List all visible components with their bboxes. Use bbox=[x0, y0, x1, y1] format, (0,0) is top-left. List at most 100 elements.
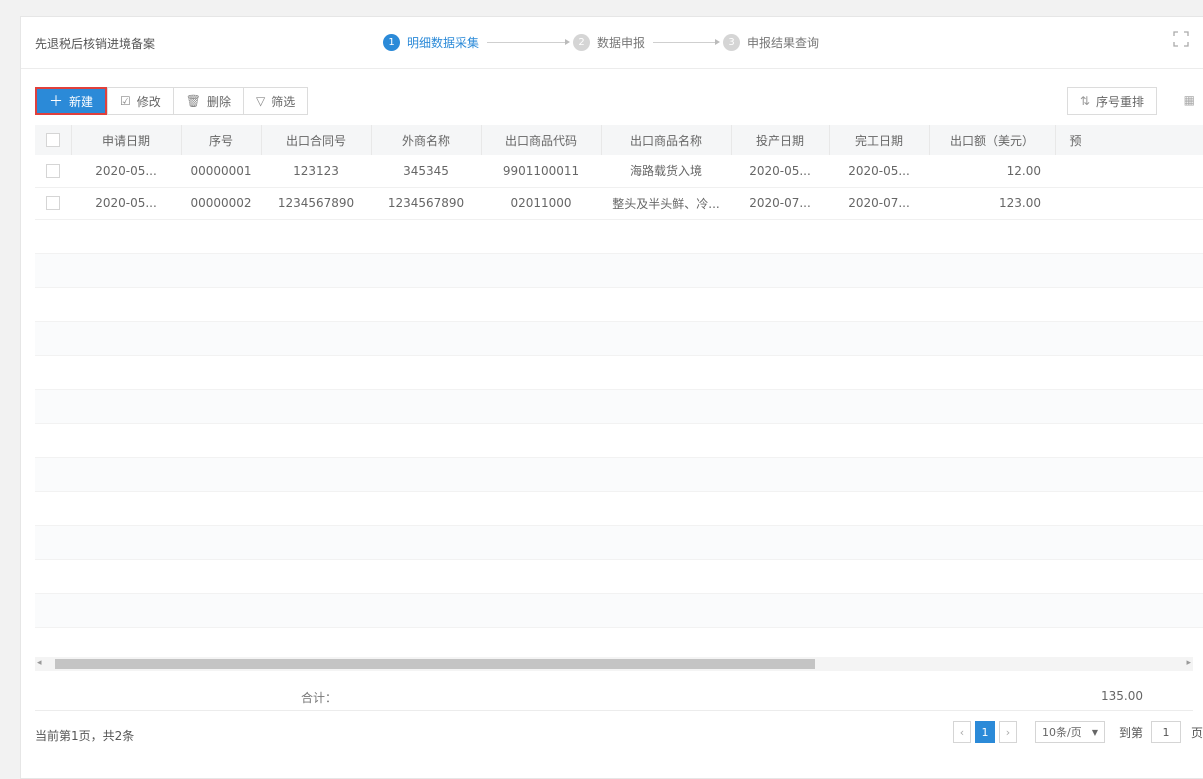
column-header[interactable]: 出口额（美元） bbox=[929, 125, 1056, 155]
table-cell: 2020-07... bbox=[829, 187, 929, 220]
table-cell bbox=[1055, 155, 1203, 188]
table-cell: 整头及半头鲜、冷... bbox=[601, 187, 731, 220]
empty-row bbox=[35, 491, 1203, 526]
empty-row bbox=[35, 559, 1203, 594]
edit-button[interactable]: ☑ 修改 bbox=[107, 87, 174, 115]
step-1[interactable]: 1 明细数据采集 bbox=[383, 33, 479, 51]
pagination: ‹ 1 › 10条/页 ▼ 到第 1 页 bbox=[952, 719, 1203, 745]
page-title: 先退税后核销进境备案 bbox=[35, 37, 156, 51]
new-button[interactable]: ＋ 新建 bbox=[35, 87, 108, 115]
new-button-label: 新建 bbox=[69, 94, 94, 109]
empty-row bbox=[35, 525, 1203, 560]
table-cell: 00000001 bbox=[181, 155, 261, 188]
empty-row bbox=[35, 389, 1203, 424]
column-header[interactable]: 完工日期 bbox=[829, 125, 930, 155]
column-header[interactable]: 预 bbox=[1055, 125, 1203, 155]
scroll-left-icon[interactable]: ◂ bbox=[37, 658, 42, 668]
scrollbar-thumb[interactable] bbox=[55, 659, 815, 669]
row-select-cell[interactable] bbox=[35, 155, 71, 188]
filter-button[interactable]: ▽ 筛选 bbox=[243, 87, 309, 115]
table-cell: 1234567890 bbox=[261, 187, 371, 220]
caret-down-icon: ▼ bbox=[1091, 727, 1098, 737]
row-select-cell[interactable] bbox=[35, 187, 71, 220]
main-panel: 先退税后核销进境备案 1 明细数据采集 2 数据申报 3 申报结果查询 ＋ 新建 bbox=[20, 16, 1203, 779]
step-2-label: 数据申报 bbox=[597, 35, 646, 50]
total-label: 合计： bbox=[301, 691, 338, 705]
empty-row bbox=[35, 593, 1203, 628]
table-cell: 2020-05... bbox=[731, 155, 829, 188]
next-page-button[interactable]: › bbox=[998, 721, 1017, 743]
table-cell: 02011000 bbox=[481, 187, 601, 220]
table-row[interactable]: 2020-05... 00000002 1234567890 123456789… bbox=[35, 187, 1203, 220]
delete-button[interactable]: 🗑 删除 bbox=[172, 87, 245, 115]
chevron-right-icon: › bbox=[1005, 725, 1011, 739]
step-2-number: 2 bbox=[573, 33, 591, 51]
table-cell: 123.00 bbox=[929, 187, 1055, 220]
table-cell: 2020-05... bbox=[71, 155, 181, 188]
toolbar: ＋ 新建 ☑ 修改 🗑 删除 ▽ 筛选 bbox=[35, 87, 309, 115]
data-table: 申请日期 序号 出口合同号 外商名称 出口商品代码 出口商品名称 投产日期 完工… bbox=[35, 125, 1203, 649]
prev-page-button[interactable]: ‹ bbox=[952, 721, 971, 743]
column-header[interactable]: 出口商品代码 bbox=[481, 125, 602, 155]
grid-icon[interactable]: ▦ bbox=[1184, 93, 1195, 107]
step-connector bbox=[653, 38, 721, 45]
edit-button-label: 修改 bbox=[136, 94, 161, 109]
edit-icon: ☑ bbox=[120, 94, 131, 108]
table-cell: 2020-07... bbox=[731, 187, 829, 220]
table-cell: 9901100011 bbox=[481, 155, 601, 188]
scroll-right-icon[interactable]: ▸ bbox=[1186, 658, 1191, 668]
step-connector bbox=[487, 38, 571, 45]
column-header[interactable]: 投产日期 bbox=[731, 125, 830, 155]
column-header[interactable]: 出口合同号 bbox=[261, 125, 372, 155]
step-3-number: 3 bbox=[723, 33, 741, 51]
step-2[interactable]: 2 数据申报 bbox=[573, 33, 646, 51]
table-row[interactable]: 2020-05... 00000001 123123 345345 990110… bbox=[35, 155, 1203, 188]
step-1-number: 1 bbox=[383, 33, 400, 51]
expand-icon[interactable] bbox=[1173, 31, 1189, 47]
page-size-value: 10条/页 bbox=[1041, 726, 1082, 739]
empty-row bbox=[35, 457, 1203, 492]
column-header[interactable]: 序号 bbox=[181, 125, 262, 155]
row-checkbox[interactable] bbox=[46, 164, 60, 178]
select-all-cell[interactable] bbox=[35, 125, 72, 155]
goto-unit: 页 bbox=[1191, 725, 1203, 740]
column-header[interactable]: 申请日期 bbox=[71, 125, 182, 155]
page-summary: 当前第1页，共2条 bbox=[35, 729, 135, 743]
empty-row bbox=[35, 287, 1203, 322]
goto-label: 到第 bbox=[1118, 725, 1143, 740]
table-cell: 123123 bbox=[261, 155, 371, 188]
chevron-left-icon: ‹ bbox=[959, 725, 965, 739]
total-value: 135.00 bbox=[1101, 689, 1143, 703]
row-checkbox[interactable] bbox=[46, 196, 60, 211]
select-all-checkbox[interactable] bbox=[45, 133, 60, 148]
table-cell: 2020-05... bbox=[71, 187, 181, 220]
horizontal-scrollbar[interactable]: ◂ ▸ bbox=[35, 657, 1193, 671]
empty-row bbox=[35, 321, 1203, 356]
table-cell: 12.00 bbox=[929, 155, 1055, 188]
step-3[interactable]: 3 申报结果查询 bbox=[723, 33, 820, 51]
table-cell bbox=[1055, 187, 1203, 220]
delete-button-label: 删除 bbox=[207, 94, 232, 109]
filter-icon: ▽ bbox=[256, 94, 266, 108]
goto-page-input[interactable]: 1 bbox=[1151, 721, 1181, 743]
empty-row bbox=[35, 219, 1203, 254]
table-header-row: 申请日期 序号 出口合同号 外商名称 出口商品代码 出口商品名称 投产日期 完工… bbox=[35, 125, 1203, 155]
column-header[interactable]: 出口商品名称 bbox=[601, 125, 732, 155]
step-3-label: 申报结果查询 bbox=[747, 35, 820, 50]
sort-icon: ⇅ bbox=[1079, 94, 1090, 108]
total-row: 合计： 135.00 bbox=[35, 681, 1193, 711]
page-header: 先退税后核销进境备案 1 明细数据采集 2 数据申报 3 申报结果查询 bbox=[21, 17, 1203, 69]
table-cell: 海路载货入境 bbox=[601, 155, 731, 188]
plus-icon: ＋ bbox=[49, 94, 63, 110]
reorder-button-label: 序号重排 bbox=[1095, 94, 1144, 109]
filter-button-label: 筛选 bbox=[271, 94, 296, 109]
empty-row bbox=[35, 355, 1203, 390]
reorder-button[interactable]: ⇅ 序号重排 bbox=[1066, 87, 1157, 115]
table-cell: 345345 bbox=[371, 155, 481, 188]
page-size-select[interactable]: 10条/页 ▼ bbox=[1034, 721, 1105, 743]
page-number-button[interactable]: 1 bbox=[974, 721, 995, 743]
table-cell: 00000002 bbox=[181, 187, 261, 220]
step-progress: 1 明细数据采集 2 数据申报 3 申报结果查询 bbox=[383, 31, 819, 53]
empty-row bbox=[35, 423, 1203, 458]
column-header[interactable]: 外商名称 bbox=[371, 125, 482, 155]
